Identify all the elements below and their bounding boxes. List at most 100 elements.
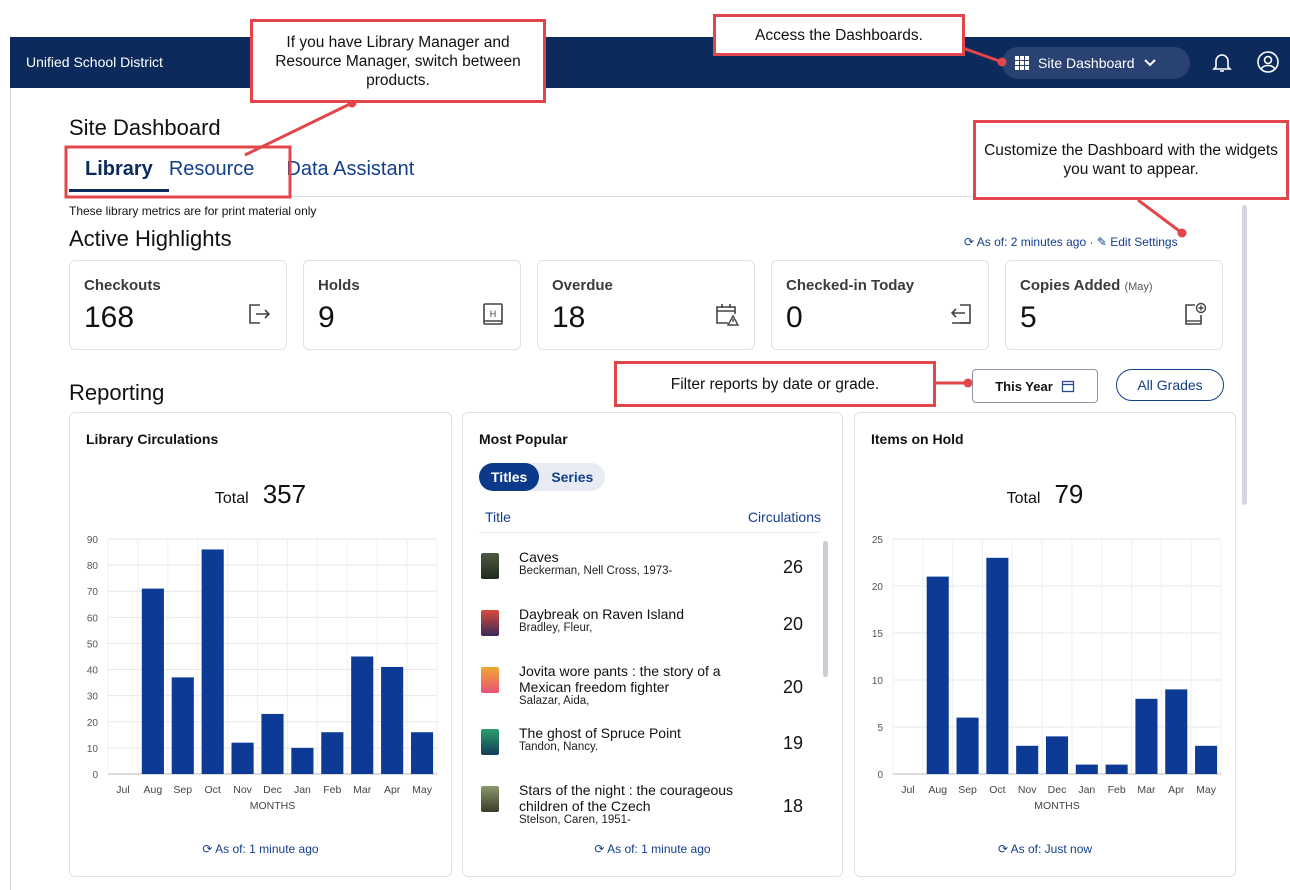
bar-mar [1135, 698, 1158, 774]
bar-oct [201, 549, 224, 774]
x-tick-label: Sep [958, 784, 977, 796]
list-header: Title Circulations [485, 509, 821, 525]
refresh-icon[interactable]: ⟳ [964, 235, 974, 249]
list-item[interactable]: Caves Beckerman, Nell Cross, 1973- 26 [481, 549, 811, 606]
products-callout: If you have Library Manager and Resource… [250, 19, 546, 103]
chevron-down-icon [1143, 59, 1156, 67]
list-item[interactable]: Stars of the night : the courageous chil… [481, 782, 811, 832]
checked-in-today-card[interactable]: Checked-in Today 0 [771, 260, 989, 350]
overdue-calendar-icon [716, 304, 740, 326]
svg-text:H: H [490, 309, 497, 319]
y-tick-label: 70 [87, 587, 99, 598]
copies-added-card[interactable]: Copies Added (May) 5 [1005, 260, 1223, 350]
date-filter-button[interactable]: This Year [972, 369, 1098, 403]
add-copy-icon [1185, 302, 1207, 325]
y-tick-label: 20 [87, 718, 99, 729]
holds-bar-chart: 0 5 10 15 20 25 Jul Aug Sep Oct Nov Dec Jan Feb Mar Apr… [872, 535, 1222, 812]
bar-sep [956, 717, 979, 774]
product-tabs: Library Resource Data Assistant [69, 158, 430, 192]
reporting-heading: Reporting [69, 380, 165, 405]
top-bar: Unified School District Site Dashboard [10, 37, 1290, 88]
card-label: Copies Added (May) [1020, 277, 1153, 294]
x-tick-label: Mar [1137, 784, 1156, 796]
total-label: Total [1006, 490, 1041, 507]
circulations-refresh-status: ⟳ As of: 1 minute ago [70, 842, 451, 856]
bar-may [1195, 745, 1218, 774]
popular-asof: As of: 1 minute ago [607, 842, 711, 856]
tab-data-assistant[interactable]: Data Assistant [270, 158, 430, 192]
x-tick-label: Feb [1108, 784, 1126, 796]
refresh-icon[interactable]: ⟳ [998, 842, 1008, 856]
card-label-text: Copies Added [1020, 277, 1121, 294]
y-tick-label: 40 [87, 666, 99, 677]
card-label-month: (May) [1124, 281, 1153, 293]
highlights-refresh-status: ⟳ As of: 2 minutes ago · ✎ Edit Settings [964, 235, 1178, 249]
card-value: 5 [1020, 301, 1037, 334]
list-item[interactable]: Jovita wore pants : the story of a Mexic… [481, 663, 811, 725]
item-author: Beckerman, Nell Cross, 1973- [519, 565, 673, 577]
x-tick-label: Dec [263, 784, 282, 796]
y-tick-label: 5 [877, 723, 883, 734]
book-cover-image [481, 667, 499, 693]
list-divider [479, 532, 819, 533]
list-item[interactable]: The ghost of Spruce Point Tandon, Nancy.… [481, 725, 811, 782]
circulations-column-header[interactable]: Circulations [748, 509, 821, 525]
page-title: Site Dashboard [69, 115, 221, 140]
item-count: 26 [782, 557, 803, 577]
bar-nov [231, 742, 254, 774]
overdue-card[interactable]: Overdue 18 [537, 260, 755, 350]
list-scrollbar[interactable] [823, 541, 828, 677]
hold-book-icon: H [483, 303, 503, 325]
bar-dec [1045, 736, 1069, 774]
card-value: 18 [552, 301, 586, 334]
checkouts-card[interactable]: Checkouts 168 [69, 260, 287, 350]
series-pill[interactable]: Series [539, 463, 605, 491]
x-axis-label: MONTHS [250, 800, 296, 812]
user-account-icon[interactable] [1256, 50, 1280, 74]
page-scrollbar[interactable] [1242, 205, 1247, 505]
holds-card[interactable]: Holds 9 H [303, 260, 521, 350]
y-tick-label: 30 [87, 692, 99, 703]
card-label: Holds [318, 277, 360, 294]
card-label: Overdue [552, 277, 613, 294]
panel-title: Items on Hold [871, 431, 964, 447]
x-axis-label: MONTHS [1034, 800, 1080, 812]
x-tick-label: Jan [1078, 784, 1095, 796]
refresh-icon[interactable]: ⟳ [594, 842, 604, 856]
grade-filter-button[interactable]: All Grades [1116, 369, 1224, 401]
list-item[interactable]: Daybreak on Raven Island Bradley, Fleur,… [481, 606, 811, 663]
x-tick-label: Apr [384, 784, 401, 796]
item-count: 20 [782, 614, 803, 634]
bar-apr [381, 666, 404, 774]
card-value: 168 [84, 301, 135, 334]
x-tick-label: Sep [173, 784, 192, 796]
titles-pill[interactable]: Titles [479, 463, 540, 491]
bar-aug [141, 588, 164, 774]
book-cover-image [481, 610, 499, 636]
y-tick-label: 0 [92, 770, 98, 781]
site-dashboard-button[interactable]: Site Dashboard [1002, 47, 1190, 79]
bar-feb [1105, 764, 1128, 774]
x-tick-label: May [1196, 784, 1217, 796]
bar-jan [1075, 764, 1098, 774]
item-author: Salazar, Aida, [519, 695, 590, 707]
refresh-icon[interactable]: ⟳ [202, 842, 212, 856]
x-tick-label: Oct [989, 784, 1005, 796]
bar-dec [261, 713, 284, 774]
popular-refresh-status: ⟳ As of: 1 minute ago [463, 842, 842, 856]
tab-resource[interactable]: Resource [169, 158, 271, 192]
item-title: The ghost of Spruce Point [519, 725, 681, 741]
y-tick-label: 0 [877, 770, 883, 781]
item-author: Bradley, Fleur, [519, 622, 593, 634]
total-value: 79 [1054, 479, 1084, 509]
bar-sep [171, 677, 194, 774]
y-tick-label: 50 [87, 639, 99, 650]
tab-library[interactable]: Library [69, 158, 169, 192]
bell-icon[interactable] [1210, 50, 1234, 74]
edit-settings-link[interactable]: Edit Settings [1110, 235, 1177, 249]
title-column-header[interactable]: Title [485, 509, 511, 525]
book-cover-image [481, 786, 499, 812]
circulations-asof: As of: 1 minute ago [215, 842, 319, 856]
panel-title: Library Circulations [86, 431, 219, 447]
y-tick-label: 15 [872, 629, 884, 640]
